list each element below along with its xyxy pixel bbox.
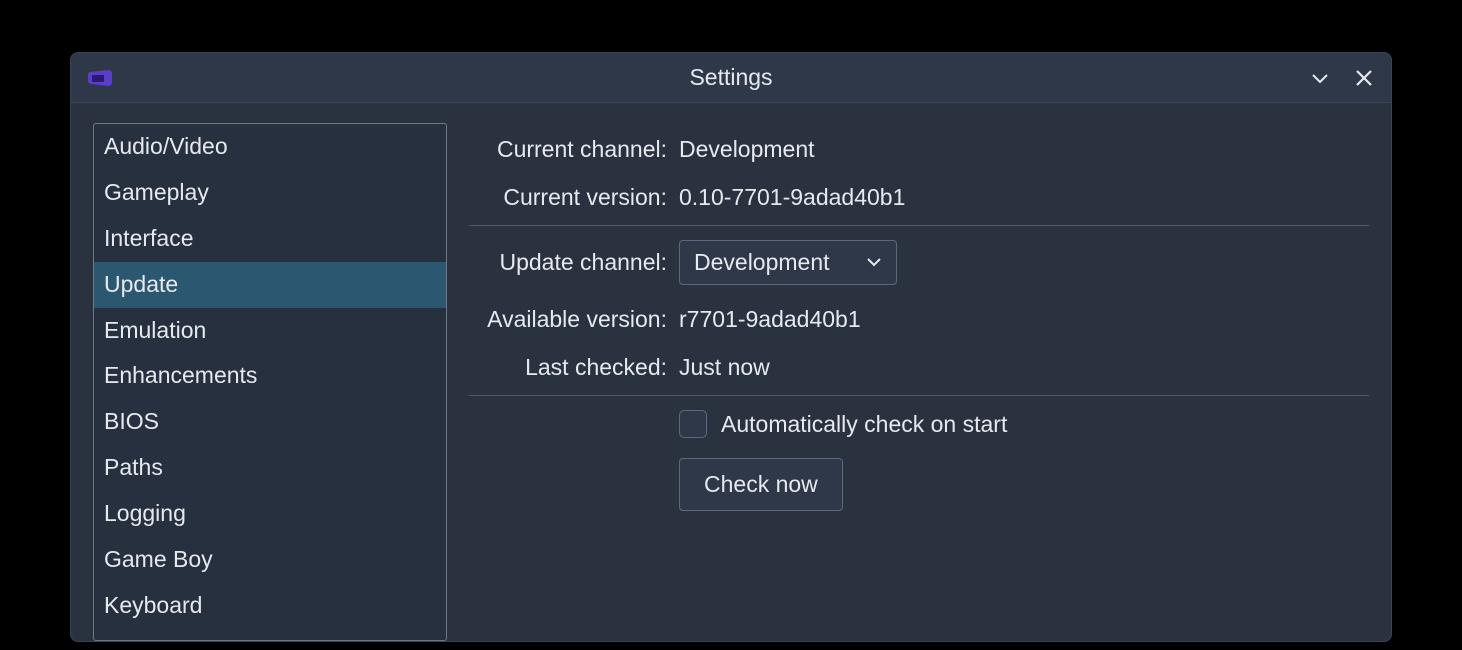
divider [469,395,1369,396]
current-version-label: Current version: [469,184,679,211]
chevron-down-icon [866,249,882,276]
last-checked-label: Last checked: [469,354,679,381]
auto-check-label[interactable]: Automatically check on start [721,411,1007,438]
minimize-button[interactable] [1308,66,1332,90]
sidebar-item-keyboard[interactable]: Keyboard [94,583,446,629]
close-button[interactable] [1352,66,1376,90]
available-version-label: Available version: [469,306,679,333]
sidebar-item-interface[interactable]: Interface [94,216,446,262]
window-title: Settings [689,64,772,91]
sidebar-item-gameplay[interactable]: Gameplay [94,170,446,216]
sidebar-item-emulation[interactable]: Emulation [94,308,446,354]
last-checked-value: Just now [679,354,770,381]
sidebar-item-update[interactable]: Update [94,262,446,308]
sidebar-item-paths[interactable]: Paths [94,445,446,491]
auto-check-checkbox[interactable] [679,410,707,438]
sidebar: Audio/VideoGameplayInterfaceUpdateEmulat… [93,123,447,641]
update-channel-select-value: Development [694,249,830,276]
current-channel-label: Current channel: [469,136,679,163]
current-version-value: 0.10-7701-9adad40b1 [679,184,905,211]
sidebar-item-logging[interactable]: Logging [94,491,446,537]
content: Audio/VideoGameplayInterfaceUpdateEmulat… [71,103,1391,641]
current-channel-value: Development [679,136,815,163]
titlebar: Settings [71,53,1391,103]
check-now-button[interactable]: Check now [679,458,843,511]
settings-window: Settings Audio/VideoGameplayInterfaceUpd… [70,52,1392,642]
sidebar-item-audio-video[interactable]: Audio/Video [94,124,446,170]
update-panel: Current channel: Development Current ver… [469,123,1369,641]
app-icon [86,68,114,88]
divider [469,225,1369,226]
sidebar-item-enhancements[interactable]: Enhancements [94,353,446,399]
sidebar-item-bios[interactable]: BIOS [94,399,446,445]
update-channel-select[interactable]: Development [679,240,897,285]
available-version-value: r7701-9adad40b1 [679,306,861,333]
update-channel-label: Update channel: [469,249,679,276]
sidebar-item-game-boy[interactable]: Game Boy [94,537,446,583]
